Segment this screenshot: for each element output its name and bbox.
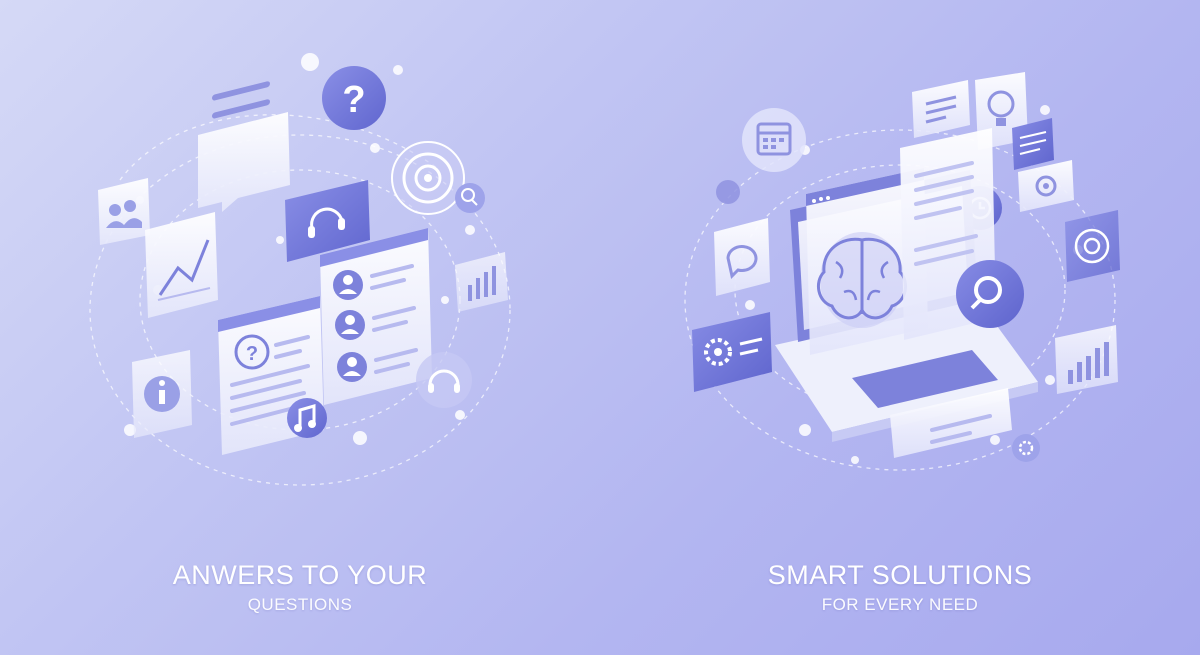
info-icon — [132, 350, 192, 438]
right-panel: SMART SOLUTIONS FOR EVERY NEED — [600, 0, 1200, 655]
answers-illustration: ? ? — [89, 53, 511, 486]
left-heading: ANWERS TO YOUR — [172, 560, 428, 590]
line-chart-icon — [145, 212, 218, 318]
user-list-card — [320, 228, 432, 405]
target-icon — [391, 141, 465, 215]
calendar-icon — [742, 108, 806, 172]
left-panel: ? ? ANWERS TO YOUR QUESTIONS — [0, 0, 600, 655]
svg-text:?: ? — [342, 79, 365, 121]
bar-chart-icon — [1055, 325, 1118, 394]
user-icon — [333, 270, 363, 300]
left-subheading: QUESTIONS — [247, 595, 353, 614]
settings-card — [692, 312, 772, 392]
music-note-icon — [287, 398, 327, 438]
chat-card — [714, 218, 770, 296]
group-icon — [98, 178, 150, 245]
search-icon — [455, 183, 485, 213]
target-icon — [1065, 210, 1120, 282]
gear-icon — [1018, 160, 1074, 212]
gear-small-icon — [1012, 434, 1040, 462]
solutions-illustration — [684, 72, 1120, 471]
svg-text:?: ? — [246, 343, 258, 365]
chat-bubble-icon — [198, 81, 290, 212]
bar-chart-icon — [455, 252, 508, 312]
support-icon — [416, 352, 472, 408]
right-heading: SMART SOLUTIONS — [767, 560, 1033, 590]
question-icon: ? — [322, 66, 386, 130]
right-subheading: FOR EVERY NEED — [821, 595, 979, 614]
search-icon — [956, 260, 1024, 328]
chat-bubble-icon — [912, 80, 970, 138]
